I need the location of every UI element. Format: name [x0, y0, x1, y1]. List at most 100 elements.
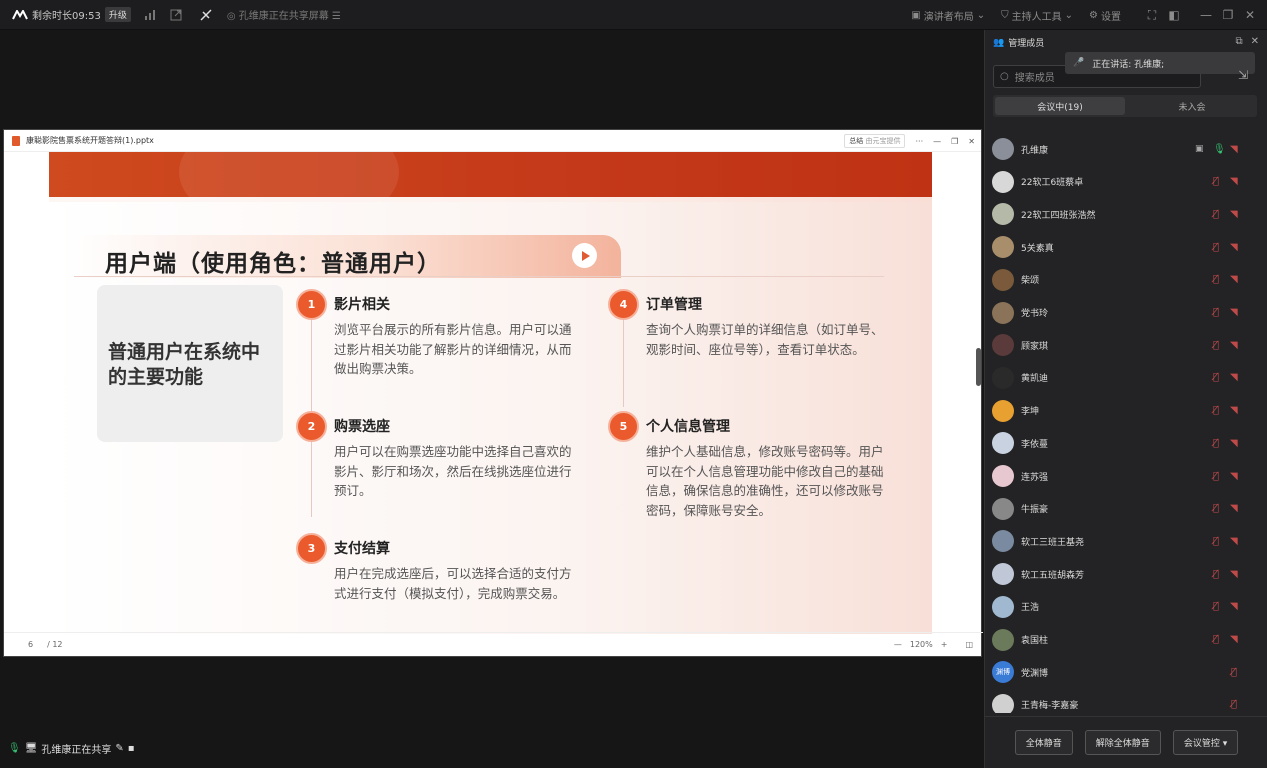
mic-off-icon[interactable]: 🎙̸	[1213, 601, 1219, 612]
camera-off-icon[interactable]: ◥	[1230, 242, 1238, 253]
ppt-filename: 康聪影院售票系统开题答辩(1).pptx	[26, 136, 154, 145]
camera-off-icon[interactable]: ◥	[1230, 176, 1238, 187]
camera-off-icon[interactable]: ◥	[1230, 144, 1238, 155]
popout-icon[interactable]: ⧉	[1235, 36, 1242, 47]
member-row[interactable]: 李坤 🎙̸ ◥	[985, 395, 1267, 427]
share-status: ◎ 孔维康正在共享屏幕 ☰	[226, 11, 341, 22]
more-icon[interactable]: ···	[915, 137, 923, 146]
bottom-share-indicator: 🎙 🖥 孔维康正在共享 ✎ ▪	[8, 743, 135, 756]
mic-off-icon[interactable]: 🎙̸	[1213, 569, 1219, 580]
member-row[interactable]: 王青梅-李嘉豪 🎙̸	[985, 689, 1267, 713]
mic-off-icon[interactable]: 🎙̸	[1231, 667, 1237, 678]
member-row[interactable]: 黄凯迪 🎙̸ ◥	[985, 362, 1267, 394]
mic-off-icon[interactable]: 🎙̸	[1213, 242, 1219, 253]
sidebar-toggle-icon[interactable]: ◫	[965, 640, 973, 649]
close-icon[interactable]: ✕	[1251, 36, 1259, 47]
member-row[interactable]: 孔维康 ▣ 🎙 ◥	[985, 133, 1267, 165]
mic-off-icon[interactable]: 🎙̸	[1213, 471, 1219, 482]
chevron-down-icon: ⌄	[976, 9, 986, 21]
gear-icon: ⚙	[1089, 9, 1098, 21]
mic-off-icon[interactable]: 🎙̸	[1213, 405, 1219, 416]
speaker-layout-button[interactable]: ▣ 演讲者布局 ⌄	[911, 8, 985, 23]
camera-off-icon[interactable]: ◥	[1230, 209, 1238, 220]
camera-off-icon[interactable]: ◥	[1230, 405, 1238, 416]
camera-off-icon[interactable]: ◥	[1230, 536, 1238, 547]
mic-off-icon[interactable]: 🎙̸	[1213, 634, 1219, 645]
avatar	[992, 693, 1014, 713]
member-row[interactable]: 袁国柱 🎙̸ ◥	[985, 624, 1267, 656]
mic-off-icon[interactable]: 🎙̸	[1213, 176, 1219, 187]
tab-in-meeting[interactable]: 会议中(19)	[995, 97, 1125, 115]
zoom-in-icon[interactable]: +	[941, 640, 948, 649]
invite-member-icon[interactable]: ⇲	[1238, 68, 1248, 82]
feature-body: 浏览平台展示的所有影片信息。用户可以通过影片相关功能了解影片的详细情况，从而做出…	[334, 322, 572, 376]
member-row[interactable]: 李依蔓 🎙̸ ◥	[985, 427, 1267, 459]
zoom-out-icon[interactable]: —	[894, 640, 902, 649]
mic-off-icon[interactable]: 🎙̸	[1213, 438, 1219, 449]
member-row[interactable]: 牛振豪 🎙̸ ◥	[985, 493, 1267, 525]
member-row[interactable]: 软工五班胡森芳 🎙̸ ◥	[985, 558, 1267, 590]
left-card: 普通用户在系统中的主要功能	[97, 285, 283, 442]
restore-icon[interactable]: ❐	[951, 137, 958, 146]
settings-button[interactable]: ⚙ 设置	[1089, 8, 1121, 23]
avatar	[992, 497, 1014, 520]
member-row[interactable]: 党书玲 🎙̸ ◥	[985, 297, 1267, 329]
camera-off-icon[interactable]: ◥	[1230, 340, 1238, 351]
member-row[interactable]: 5关素真 🎙̸ ◥	[985, 231, 1267, 263]
minimize-icon[interactable]: —	[933, 137, 941, 146]
scrollbar[interactable]	[976, 348, 981, 386]
member-name: 孔维康	[1021, 145, 1049, 156]
mic-off-icon[interactable]: 🎙̸	[1213, 340, 1219, 351]
signal-icon[interactable]	[143, 8, 157, 22]
feature-title: 支付结算	[334, 541, 390, 557]
share-out-icon[interactable]	[169, 8, 183, 22]
member-name: 黄凯迪	[1021, 374, 1049, 385]
sidebar-icon[interactable]: ◧	[1167, 8, 1181, 22]
unmute-all-button[interactable]: 解除全体静音	[1084, 730, 1161, 755]
member-row[interactable]: 渊博 党渊博 🎙̸	[985, 656, 1267, 688]
mute-all-button[interactable]: 全体静音	[1014, 730, 1073, 755]
feature-body: 用户在完成选座后，可以选择合适的支付方式进行支付（模拟支付），完成购票交易。	[334, 566, 572, 601]
annotate-off-icon[interactable]	[199, 8, 213, 22]
member-row[interactable]: 22软工四班张浩然 🎙̸ ◥	[985, 198, 1267, 230]
camera-off-icon[interactable]: ◥	[1230, 307, 1238, 318]
mic-on-icon[interactable]: 🎙	[1213, 144, 1226, 155]
member-name: 李依蔓	[1021, 439, 1049, 450]
play-icon[interactable]	[572, 243, 597, 268]
camera-off-icon[interactable]: ◥	[1230, 503, 1238, 514]
summary-button[interactable]: 总结 由元宝提供	[844, 134, 906, 148]
slide-header-band	[49, 152, 932, 232]
member-row[interactable]: 连苏强 🎙̸ ◥	[985, 460, 1267, 492]
member-row[interactable]: 柴颂 🎙̸ ◥	[985, 264, 1267, 296]
mic-off-icon[interactable]: 🎙̸	[1231, 699, 1237, 710]
upgrade-button[interactable]: 升级	[104, 7, 131, 22]
member-row[interactable]: 22软工6班蔡卓 🎙̸ ◥	[985, 166, 1267, 198]
host-tools-button[interactable]: ⛉ 主持人工具 ⌄	[1001, 8, 1073, 23]
camera-off-icon[interactable]: ◥	[1230, 634, 1238, 645]
fullscreen-icon[interactable]: ⛶	[1145, 8, 1159, 23]
camera-off-icon[interactable]: ◥	[1230, 274, 1238, 285]
member-name: 袁国柱	[1021, 636, 1049, 646]
member-row[interactable]: 软工三班王基尧 🎙̸ ◥	[985, 525, 1267, 557]
mic-off-icon[interactable]: 🎙̸	[1213, 372, 1219, 383]
meeting-control-button[interactable]: 会议管控 ▾	[1172, 730, 1239, 755]
camera-off-icon[interactable]: ◥	[1230, 569, 1238, 580]
camera-off-icon[interactable]: ◥	[1230, 601, 1238, 612]
camera-off-icon[interactable]: ◥	[1230, 471, 1238, 482]
member-row[interactable]: 王浩 🎙̸ ◥	[985, 591, 1267, 623]
camera-off-icon[interactable]: ◥	[1230, 438, 1238, 449]
minimize-icon[interactable]: —	[1199, 8, 1213, 22]
mic-off-icon[interactable]: 🎙̸	[1213, 503, 1219, 514]
member-row[interactable]: 顾家琪 🎙̸ ◥	[985, 329, 1267, 361]
restore-icon[interactable]: ❐	[1221, 8, 1235, 22]
close-icon[interactable]: ✕	[968, 137, 975, 146]
mic-off-icon[interactable]: 🎙̸	[1213, 536, 1219, 547]
tab-not-joined[interactable]: 未入会	[1127, 95, 1257, 117]
camera-off-icon[interactable]: ◥	[1230, 372, 1238, 383]
close-icon[interactable]: ✕	[1243, 8, 1257, 22]
pen-icon[interactable]: ✎	[115, 743, 123, 754]
mic-off-icon[interactable]: 🎙̸	[1213, 307, 1219, 318]
mic-off-icon[interactable]: 🎙̸	[1213, 274, 1219, 285]
mic-off-icon[interactable]: 🎙̸	[1213, 209, 1219, 220]
screen-icon[interactable]: ▪	[128, 743, 135, 754]
